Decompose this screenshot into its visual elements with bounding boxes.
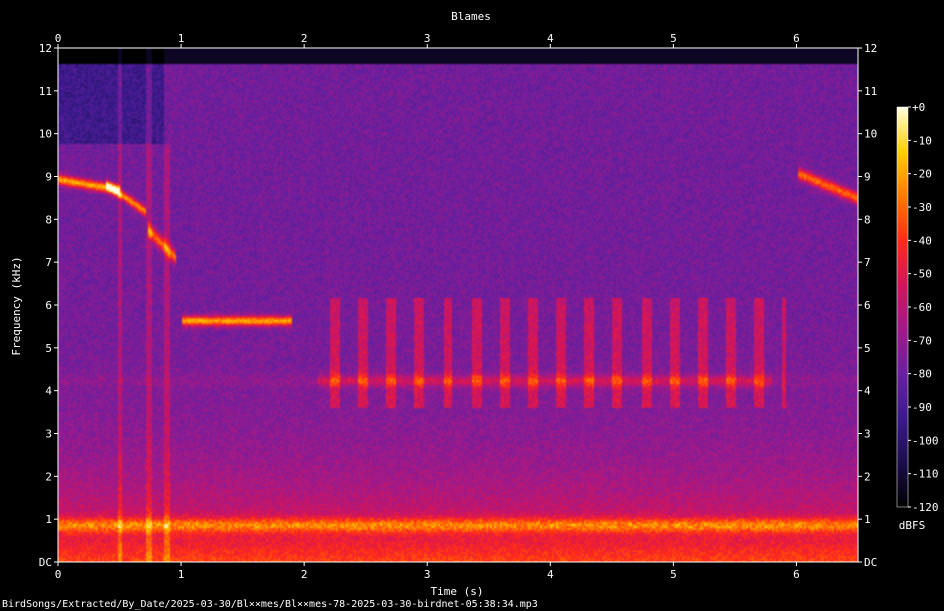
y-tick-label-right: 10 <box>864 128 877 141</box>
y-tick-label-right: 1 <box>864 513 871 526</box>
x-tick-label-bottom: 6 <box>793 568 800 581</box>
y-axis-title: Frequency (kHz) <box>10 256 23 355</box>
y-tick-label-right: DC <box>864 556 877 569</box>
colorbar-tick-label: -120 <box>912 501 939 514</box>
x-tick-label-bottom: 2 <box>301 568 308 581</box>
spectrogram-plot-area <box>58 48 858 562</box>
y-tick-label-left: 6 <box>45 299 52 312</box>
x-tick-label-bottom: 3 <box>424 568 431 581</box>
x-tick-label-top: 6 <box>793 32 800 45</box>
colorbar-tick-label: -100 <box>912 434 939 447</box>
y-tick-label-left: 2 <box>45 470 52 483</box>
y-tick-label-left: 3 <box>45 428 52 441</box>
x-tick-label-bottom: 0 <box>55 568 62 581</box>
x-tick-label-top: 5 <box>670 32 677 45</box>
x-tick-label-bottom: 5 <box>670 568 677 581</box>
colorbar-tick-label: -90 <box>912 401 932 414</box>
chart-title: Blames <box>451 10 491 23</box>
y-tick-label-right: 3 <box>864 428 871 441</box>
colorbar-tick-label: -80 <box>912 368 932 381</box>
y-tick-label-left: 5 <box>45 342 52 355</box>
y-tick-label-left: 1 <box>45 513 52 526</box>
x-tick-label-bottom: 1 <box>178 568 185 581</box>
y-tick-label-right: 5 <box>864 342 871 355</box>
y-tick-label-left: 8 <box>45 213 52 226</box>
colorbar-tick-label: -70 <box>912 334 932 347</box>
y-tick-label-left: DC <box>39 556 52 569</box>
colorbar-tick-label: -110 <box>912 468 939 481</box>
spectrogram-image <box>58 48 858 562</box>
y-tick-label-right: 2 <box>864 470 871 483</box>
y-tick-label-right: 6 <box>864 299 871 312</box>
colorbar-tick-label: -50 <box>912 268 932 281</box>
y-tick-label-right: 4 <box>864 385 871 398</box>
x-tick-label-top: 3 <box>424 32 431 45</box>
y-tick-label-left: 11 <box>39 85 52 98</box>
y-tick-label-left: 4 <box>45 385 52 398</box>
colorbar-tick-label: -60 <box>912 301 932 314</box>
y-tick-label-right: 8 <box>864 213 871 226</box>
x-tick-label-top: 1 <box>178 32 185 45</box>
x-axis-title: Time (s) <box>431 585 484 598</box>
colorbar-gradient <box>896 106 909 508</box>
colorbar: +0 -10 -20 -30 -40 -50 -60 -70 -80 -90 -100 -110 -12… <box>896 101 939 514</box>
spectrogram-figure: Blames 00112233445566DC DC1 12 23 34 45 56 67 78… <box>2 10 939 610</box>
colorbar-label: dBFS <box>899 519 926 532</box>
y-tick-label-left: 12 <box>39 42 52 55</box>
colorbar-tick-label: -10 <box>912 134 932 147</box>
colorbar-tick-label: -20 <box>912 168 932 181</box>
y-tick-label-left: 7 <box>45 256 52 269</box>
x-tick-label-top: 0 <box>55 32 62 45</box>
y-tick-label-left: 9 <box>45 171 52 184</box>
y-tick-label-right: 11 <box>864 85 877 98</box>
x-tick-label-bottom: 4 <box>547 568 554 581</box>
y-tick-label-right: 9 <box>864 171 871 184</box>
colorbar-tick-label: +0 <box>912 101 925 114</box>
x-tick-label-top: 2 <box>301 32 308 45</box>
colorbar-tick-label: -40 <box>912 234 932 247</box>
y-tick-label-left: 10 <box>39 128 52 141</box>
x-tick-label-top: 4 <box>547 32 554 45</box>
source-filename: BirdSongs/Extracted/By_Date/2025-03-30/B… <box>2 599 538 610</box>
y-tick-label-right: 12 <box>864 42 877 55</box>
y-tick-label-right: 7 <box>864 256 871 269</box>
colorbar-tick-label: -30 <box>912 201 932 214</box>
